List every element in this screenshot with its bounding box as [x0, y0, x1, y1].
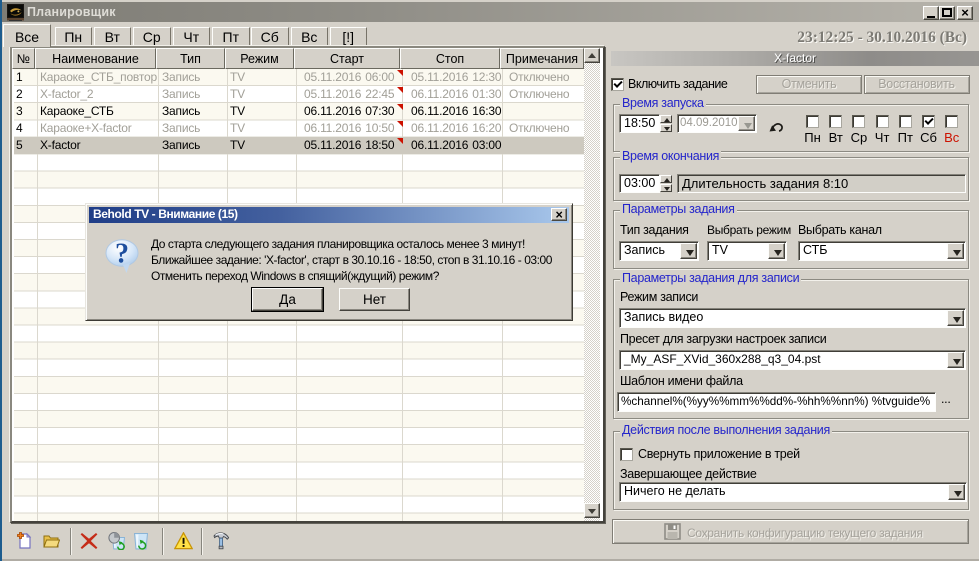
svg-text:?: ?: [115, 239, 129, 270]
